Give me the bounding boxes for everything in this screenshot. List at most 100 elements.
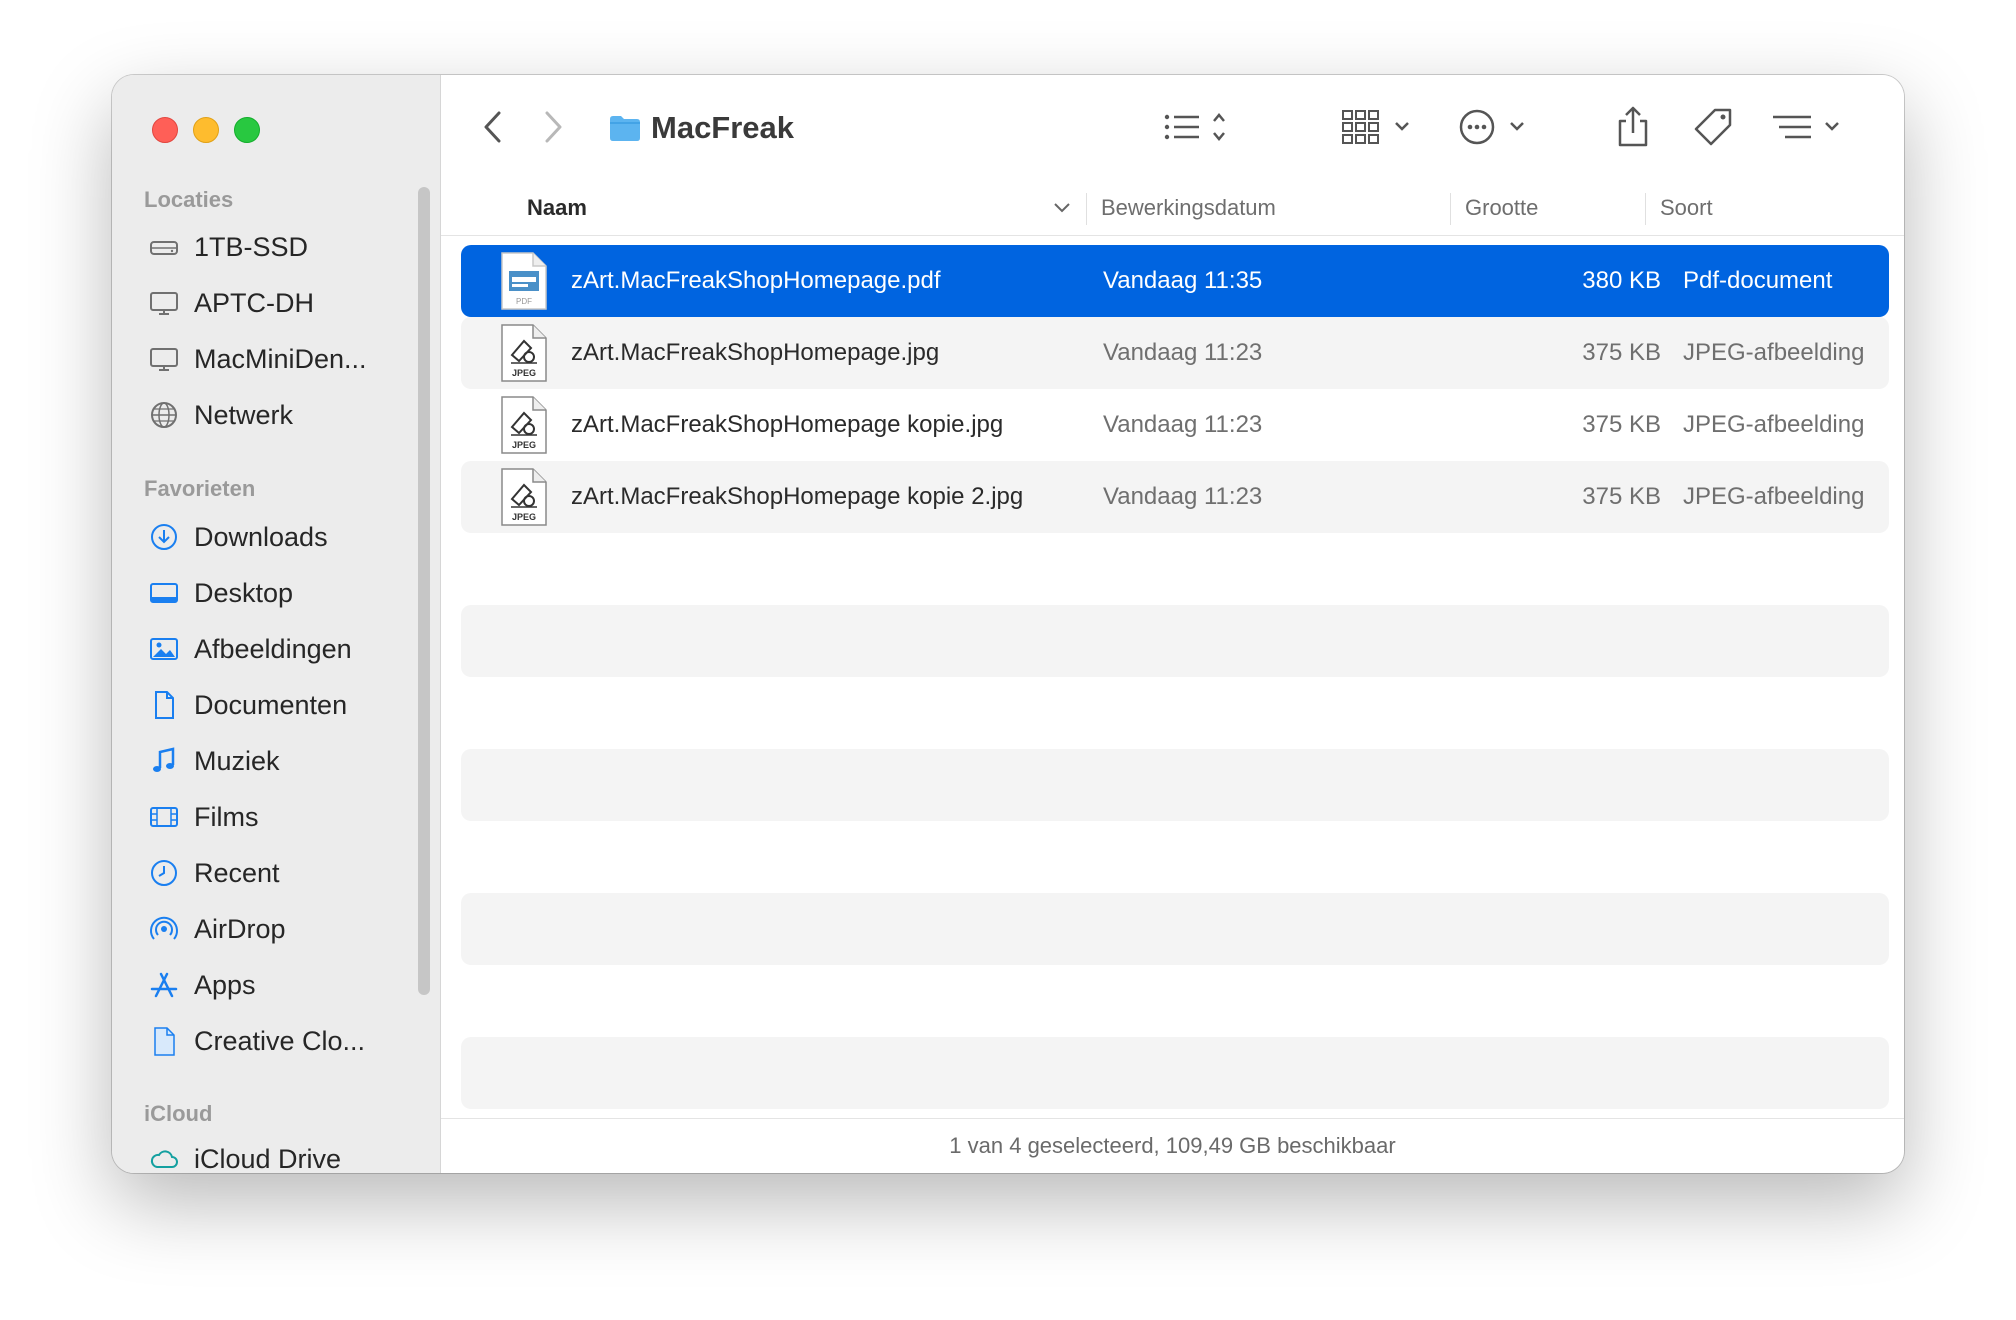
zoom-window-button[interactable] <box>234 117 260 143</box>
tags-button[interactable] <box>1693 101 1735 153</box>
clock-icon <box>151 860 177 886</box>
file-row[interactable]: JPEG zArt.MacFreakShopHomepage kopie.jpg… <box>461 389 1889 461</box>
sidebar-item-label: APTC-DH <box>194 287 314 318</box>
finder-window: Locaties 1TB-SSD APTC-DH MacMiniDen... N… <box>112 75 1904 1173</box>
column-header-size[interactable]: Grootte <box>1465 181 1538 235</box>
grid-icon <box>1342 110 1409 144</box>
sidebar-item-label: Films <box>194 801 259 832</box>
column-header-kind[interactable]: Soort <box>1660 181 1713 235</box>
desktop-icon <box>150 583 178 603</box>
sidebar-item-label: MacMiniDen... <box>194 343 367 374</box>
sidebar-item-netwerk[interactable]: Netwerk <box>148 395 293 435</box>
svg-text:JPEG: JPEG <box>512 368 536 378</box>
file-name: zArt.MacFreakShopHomepage kopie.jpg <box>571 411 1004 438</box>
sidebar-item-muziek[interactable]: Muziek <box>148 741 280 781</box>
file-date: Vandaag 11:35 <box>1103 267 1263 294</box>
file-name: zArt.MacFreakShopHomepage.jpg <box>571 339 940 366</box>
jpeg-file-icon: JPEG <box>499 317 549 389</box>
share-icon <box>1618 106 1648 147</box>
empty-row <box>461 605 1889 677</box>
sidebar: Locaties 1TB-SSD APTC-DH MacMiniDen... N… <box>112 75 441 1173</box>
empty-row <box>461 749 1889 821</box>
file-size: 375 KB <box>1582 411 1661 438</box>
window-controls <box>152 117 260 143</box>
svg-text:JPEG: JPEG <box>512 512 536 522</box>
sidebar-item-airdrop[interactable]: AirDrop <box>148 909 286 949</box>
sidebar-section-icloud: iCloud <box>144 1101 213 1126</box>
sidebar-item-label: AirDrop <box>194 913 286 944</box>
column-divider[interactable] <box>1450 193 1451 225</box>
column-divider[interactable] <box>1645 193 1646 225</box>
file-size: 380 KB <box>1582 267 1661 294</box>
column-header-name[interactable]: Naam <box>527 181 587 235</box>
document-icon <box>155 691 174 719</box>
sidebar-item-films[interactable]: Films <box>148 797 258 837</box>
sidebar-item-label: 1TB-SSD <box>194 231 309 262</box>
sidebar-item-label: Creative Clo... <box>194 1025 366 1056</box>
photo-icon <box>150 638 178 660</box>
airdrop-icon <box>150 916 178 940</box>
column-header-date-label: Bewerkingsdatum <box>1101 195 1276 220</box>
status-text: 1 van 4 geselecteerd, 109,49 GB beschikb… <box>949 1133 1396 1158</box>
sidebar-item-label: Desktop <box>194 577 294 608</box>
sidebar-item-apps[interactable]: Apps <box>148 965 256 1005</box>
file-name: zArt.MacFreakShopHomepage.pdf <box>571 267 941 294</box>
file-name: zArt.MacFreakShopHomepage kopie 2.jpg <box>571 483 1024 510</box>
sidebar-section-locaties: Locaties <box>144 187 234 212</box>
file-row[interactable]: JPEG zArt.MacFreakShopHomepage.jpg Vanda… <box>461 317 1889 389</box>
file-size: 375 KB <box>1582 483 1661 510</box>
sidebar-item-afbeeldingen[interactable]: Afbeeldingen <box>148 629 352 669</box>
action-button[interactable] <box>1459 101 1535 153</box>
sidebar-item-creative-cloud[interactable]: Creative Clo... <box>148 1021 365 1061</box>
column-header-name-label: Naam <box>527 195 587 220</box>
file-icon <box>154 1027 175 1056</box>
back-button[interactable] <box>481 101 505 153</box>
column-header-bar: Naam Bewerkingsdatum Grootte Soort <box>441 181 1904 236</box>
sidebar-item-documenten[interactable]: Documenten <box>148 685 347 725</box>
sort-chevron-icon[interactable] <box>1053 181 1071 235</box>
empty-row <box>461 1037 1889 1109</box>
sidebar-item-label: iCloud Drive <box>194 1143 342 1174</box>
sidebar-item-label: Recent <box>194 857 280 888</box>
list-view-button[interactable] <box>1161 101 1233 153</box>
file-kind: Pdf-document <box>1683 267 1833 294</box>
file-kind: JPEG-afbeelding <box>1683 483 1865 510</box>
jpeg-file-icon: JPEG <box>499 461 549 533</box>
display-icon <box>150 292 178 315</box>
share-button[interactable] <box>1615 101 1651 153</box>
empty-row <box>461 893 1889 965</box>
file-row[interactable]: JPEG zArt.MacFreakShopHomepage kopie 2.j… <box>461 461 1889 533</box>
jpeg-file-icon: JPEG <box>499 389 549 461</box>
file-row[interactable]: PDF zArt.MacFreakShopHomepage.pdf Vandaa… <box>461 245 1889 317</box>
column-divider[interactable] <box>1086 193 1087 225</box>
folder-title: MacFreak <box>651 110 795 145</box>
column-header-size-label: Grootte <box>1465 195 1539 220</box>
close-window-button[interactable] <box>152 117 178 143</box>
sidebar-item-downloads[interactable]: Downloads <box>148 517 328 557</box>
file-date: Vandaag 11:23 <box>1103 483 1263 510</box>
sort-button[interactable] <box>1771 101 1847 153</box>
column-header-kind-label: Soort <box>1660 195 1713 220</box>
download-icon <box>151 524 177 550</box>
sidebar-item-label: Afbeeldingen <box>194 633 352 664</box>
sidebar-item-recent[interactable]: Recent <box>148 853 280 893</box>
sidebar-item-macminiden[interactable]: MacMiniDen... <box>148 339 367 379</box>
minimize-window-button[interactable] <box>193 117 219 143</box>
globe-icon <box>151 402 177 428</box>
sidebar-item-desktop[interactable]: Desktop <box>148 573 293 613</box>
sidebar-item-icloud-drive[interactable]: iCloud Drive <box>148 1139 341 1173</box>
sidebar-item-label: Documenten <box>194 689 348 720</box>
folder-icon <box>610 116 640 141</box>
sidebar-item-1tb-ssd[interactable]: 1TB-SSD <box>148 227 308 267</box>
sidebar-item-aptc-dh[interactable]: APTC-DH <box>148 283 314 323</box>
group-button[interactable] <box>1341 101 1417 153</box>
music-icon <box>153 747 175 772</box>
file-kind: JPEG-afbeelding <box>1683 411 1865 438</box>
column-header-date[interactable]: Bewerkingsdatum <box>1101 181 1276 235</box>
sidebar-scrollbar[interactable] <box>418 187 430 995</box>
sidebar-item-label: Netwerk <box>194 399 294 430</box>
window-title: MacFreak <box>609 103 794 153</box>
chevron-left-icon <box>484 111 501 143</box>
forward-button[interactable] <box>541 101 565 153</box>
list-icon <box>1164 113 1225 141</box>
